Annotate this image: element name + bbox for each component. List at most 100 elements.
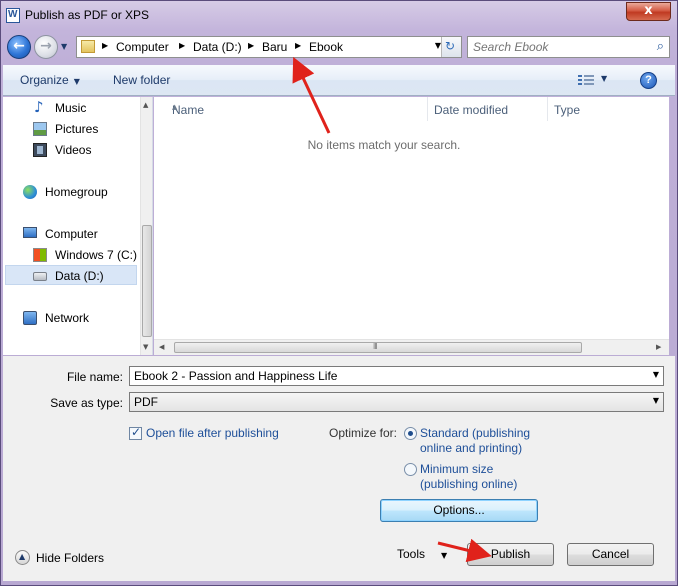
sidebar-scrollbar[interactable]: ▲ ▼ xyxy=(140,97,152,355)
change-view-icon[interactable] xyxy=(578,73,594,87)
search-icon[interactable]: ⌕ xyxy=(657,39,664,54)
empty-results-message: No items match your search. xyxy=(307,138,461,152)
scroll-left-icon[interactable]: ◀ xyxy=(159,343,164,351)
minimum-size-line2[interactable]: (publishing online) xyxy=(420,477,517,492)
file-name-field[interactable]: Ebook 2 - Passion and Happiness Life ▼ xyxy=(129,366,664,386)
organize-menu[interactable]: Organize ▼ xyxy=(20,73,80,87)
close-icon: x xyxy=(644,3,653,18)
breadcrumb-data-drive[interactable]: Data (D:) xyxy=(193,40,242,54)
breadcrumb-separator-icon[interactable]: ▶ xyxy=(248,41,254,50)
minimum-size-line1[interactable]: Minimum size xyxy=(420,462,493,477)
optimize-for-label: Optimize for: xyxy=(329,426,398,440)
forward-button[interactable]: → xyxy=(34,35,58,59)
homegroup-icon xyxy=(23,185,37,199)
chevron-down-icon: ▼ xyxy=(652,396,659,405)
computer-icon xyxy=(23,227,37,238)
save-as-type-label: Save as type: xyxy=(50,396,123,410)
network-icon xyxy=(23,311,37,325)
file-name-label: File name: xyxy=(66,370,123,384)
command-toolbar: Organize ▼ New folder ▼ ? xyxy=(3,65,675,96)
windows-drive-icon xyxy=(33,248,47,262)
minimum-size-radio[interactable] xyxy=(404,463,417,476)
navigation-bar: ← → ▼ ▶ Computer ▶ Data (D:) ▶ Baru ▶ Eb… xyxy=(1,32,677,62)
chevron-down-icon: ▼ xyxy=(73,77,80,86)
cancel-button[interactable]: Cancel xyxy=(567,543,654,566)
new-folder-button[interactable]: New folder xyxy=(113,73,170,87)
breadcrumb-separator-icon[interactable]: ▶ xyxy=(295,41,301,50)
save-options-panel: File name: Ebook 2 - Passion and Happine… xyxy=(3,356,675,581)
view-options-dropdown-icon[interactable]: ▼ xyxy=(601,74,607,83)
chevron-down-icon: ▼ xyxy=(441,551,448,560)
standard-option-line2[interactable]: online and printing) xyxy=(420,441,522,456)
sidebar-item-data-drive[interactable]: Data (D:) xyxy=(5,265,137,285)
hide-folders-label: Hide Folders xyxy=(36,551,105,565)
address-bar[interactable]: ▶ Computer ▶ Data (D:) ▶ Baru ▶ Ebook ▼ … xyxy=(76,36,462,58)
breadcrumb-separator-icon[interactable]: ▶ xyxy=(179,41,185,50)
publish-dialog: Publish as PDF or XPS x ← → ▼ ▶ Computer… xyxy=(0,0,678,586)
sidebar-item-pictures[interactable]: Pictures xyxy=(31,119,152,139)
sort-ascending-icon: ▲ xyxy=(172,103,178,111)
column-header-label: Type xyxy=(554,103,581,117)
sidebar-item-label: Network xyxy=(45,311,90,325)
sidebar-item-videos[interactable]: Videos xyxy=(31,140,152,160)
word-app-icon xyxy=(6,8,20,23)
horizontal-scroll-thumb[interactable]: III xyxy=(174,342,582,353)
sidebar-item-label: Computer xyxy=(45,227,98,241)
videos-icon xyxy=(33,143,47,157)
sidebar-item-homegroup[interactable]: Homegroup xyxy=(21,182,152,202)
sidebar-item-label: Homegroup xyxy=(45,185,108,199)
save-as-type-select[interactable]: PDF ▼ xyxy=(129,392,664,412)
column-header-label: Date modified xyxy=(434,103,509,117)
chevron-down-icon[interactable]: ▼ xyxy=(653,370,659,379)
column-header-date-modified[interactable]: Date modified xyxy=(428,97,548,121)
open-after-publishing-label[interactable]: Open file after publishing xyxy=(146,426,279,441)
tools-menu[interactable]: Tools ▼ xyxy=(397,547,447,561)
column-header-type[interactable]: Type xyxy=(548,97,658,121)
help-icon[interactable]: ? xyxy=(640,72,657,89)
file-list-horizontal-scrollbar[interactable]: ◀ III ▶ xyxy=(154,339,669,355)
open-after-publishing-checkbox[interactable] xyxy=(129,425,142,440)
scroll-right-icon[interactable]: ▶ xyxy=(656,343,661,351)
sidebar-item-label: Videos xyxy=(55,143,92,157)
standard-option-line1[interactable]: Standard (publishing xyxy=(420,426,530,441)
sidebar-item-label: Pictures xyxy=(55,122,99,136)
sidebar-item-windows-drive[interactable]: Windows 7 (C:) xyxy=(31,245,152,265)
drive-icon xyxy=(33,272,47,281)
sidebar-item-label: Data (D:) xyxy=(55,269,104,283)
folder-icon xyxy=(81,40,95,53)
pictures-icon xyxy=(33,122,47,136)
scroll-up-icon[interactable]: ▲ xyxy=(143,101,148,109)
file-list: Name ▲ Date modified Type No items match… xyxy=(154,97,669,355)
organize-label: Organize xyxy=(20,73,69,87)
music-icon xyxy=(33,98,47,116)
back-arrow-icon: ← xyxy=(13,38,25,54)
standard-radio[interactable] xyxy=(404,427,417,440)
save-as-type-value: PDF xyxy=(134,395,158,409)
sidebar-item-label: Windows 7 (C:) xyxy=(55,248,138,262)
file-name-value[interactable]: Ebook 2 - Passion and Happiness Life xyxy=(134,369,337,383)
search-input[interactable] xyxy=(473,39,643,55)
scroll-down-icon[interactable]: ▼ xyxy=(143,343,148,351)
back-button[interactable]: ← xyxy=(7,35,31,59)
sidebar-item-computer[interactable]: Computer xyxy=(21,224,152,244)
window-title: Publish as PDF or XPS xyxy=(25,8,150,22)
options-button[interactable]: Options... xyxy=(380,499,538,522)
publish-button[interactable]: Publish xyxy=(467,543,554,566)
breadcrumb-computer[interactable]: Computer xyxy=(116,40,169,54)
recent-locations-dropdown[interactable]: ▼ xyxy=(61,42,71,52)
refresh-icon: ↻ xyxy=(445,39,456,53)
sidebar-scroll-thumb[interactable] xyxy=(142,225,152,337)
forward-arrow-icon: → xyxy=(40,38,52,54)
breadcrumb-ebook[interactable]: Ebook xyxy=(309,40,343,54)
breadcrumb-separator-icon[interactable]: ▶ xyxy=(102,41,108,50)
tools-label: Tools xyxy=(397,547,426,561)
collapse-icon: ▲ xyxy=(15,550,30,565)
search-box[interactable]: ⌕ xyxy=(467,36,670,58)
refresh-button[interactable]: ↻ xyxy=(441,37,461,57)
column-header-name[interactable]: Name ▲ xyxy=(166,97,428,121)
navigation-pane: Music Pictures Videos Homegroup Computer… xyxy=(3,97,153,355)
sidebar-item-music[interactable]: Music xyxy=(31,98,152,118)
close-button[interactable]: x xyxy=(626,2,671,21)
sidebar-item-network[interactable]: Network xyxy=(21,308,152,328)
breadcrumb-baru[interactable]: Baru xyxy=(262,40,287,54)
